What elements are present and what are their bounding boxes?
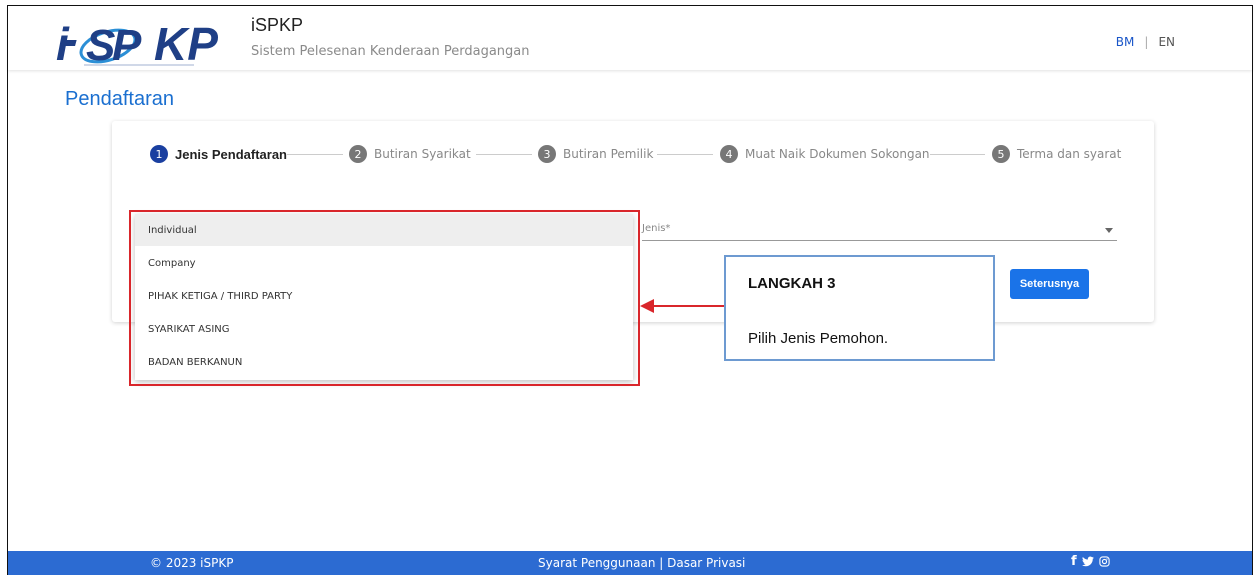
annotation-highlight-box <box>129 210 640 386</box>
next-button[interactable]: Seterusnya <box>1010 269 1089 299</box>
footer-links[interactable]: Syarat Penggunaan | Dasar Privasi <box>538 556 745 570</box>
step-jenis-pendaftaran[interactable]: 1 Jenis Pendaftaran <box>150 145 287 163</box>
chevron-down-icon <box>1105 228 1113 233</box>
page-title: Pendaftaran <box>65 88 174 110</box>
lang-en-link[interactable]: EN <box>1158 35 1175 49</box>
svg-text:P: P <box>112 21 142 70</box>
step-connector <box>657 154 713 155</box>
step-number: 3 <box>538 145 556 163</box>
step-label: Muat Naik Dokumen Sokongan <box>745 147 930 161</box>
svg-text:S: S <box>86 21 115 70</box>
site-footer: © 2023 iSPKP Syarat Penggunaan | Dasar P… <box>8 551 1252 575</box>
social-links: f <box>1071 554 1110 569</box>
step-number: 4 <box>720 145 738 163</box>
jenis-select[interactable]: Jenis* <box>642 221 1117 241</box>
step-label: Jenis Pendaftaran <box>175 146 287 162</box>
instagram-icon[interactable] <box>1099 556 1110 567</box>
svg-text:KP: KP <box>154 20 218 70</box>
jenis-field-label: Jenis* <box>642 223 671 234</box>
step-connector <box>476 154 532 155</box>
annotation-arrow-head <box>640 299 654 313</box>
twitter-icon[interactable] <box>1081 556 1094 567</box>
step-connector <box>287 154 343 155</box>
step-number: 1 <box>150 145 168 163</box>
step-label: Terma dan syarat <box>1017 147 1122 161</box>
language-switcher: BM | EN <box>1116 35 1175 49</box>
callout-title: LANGKAH 3 <box>748 275 836 292</box>
annotation-arrow-line <box>653 305 725 307</box>
lang-bm-link[interactable]: BM <box>1116 35 1135 49</box>
step-label: Butiran Pemilik <box>563 147 654 161</box>
lang-separator: | <box>1144 35 1149 49</box>
step-muat-naik-dokumen[interactable]: 4 Muat Naik Dokumen Sokongan <box>720 145 930 163</box>
step-number: 5 <box>992 145 1010 163</box>
callout-body: Pilih Jenis Pemohon. <box>748 330 889 347</box>
ispkp-logo[interactable]: i S P KP <box>56 20 236 72</box>
site-header: i S P KP iSPKP Sistem Pelesenan Kenderaa… <box>8 6 1252 70</box>
facebook-icon[interactable]: f <box>1071 554 1077 569</box>
step-connector <box>930 154 985 155</box>
step-terma-dan-syarat[interactable]: 5 Terma dan syarat <box>992 145 1121 163</box>
step-butiran-syarikat[interactable]: 2 Butiran Syarikat <box>349 145 471 163</box>
footer-copyright: © 2023 iSPKP <box>150 556 234 570</box>
step-number: 2 <box>349 145 367 163</box>
app-title: iSPKP <box>251 15 304 35</box>
step-label: Butiran Syarikat <box>374 147 471 161</box>
instruction-callout: LANGKAH 3 Pilih Jenis Pemohon. <box>724 255 995 361</box>
step-butiran-pemilik[interactable]: 3 Butiran Pemilik <box>538 145 653 163</box>
app-subtitle: Sistem Pelesenan Kenderaan Perdagangan <box>251 44 530 59</box>
